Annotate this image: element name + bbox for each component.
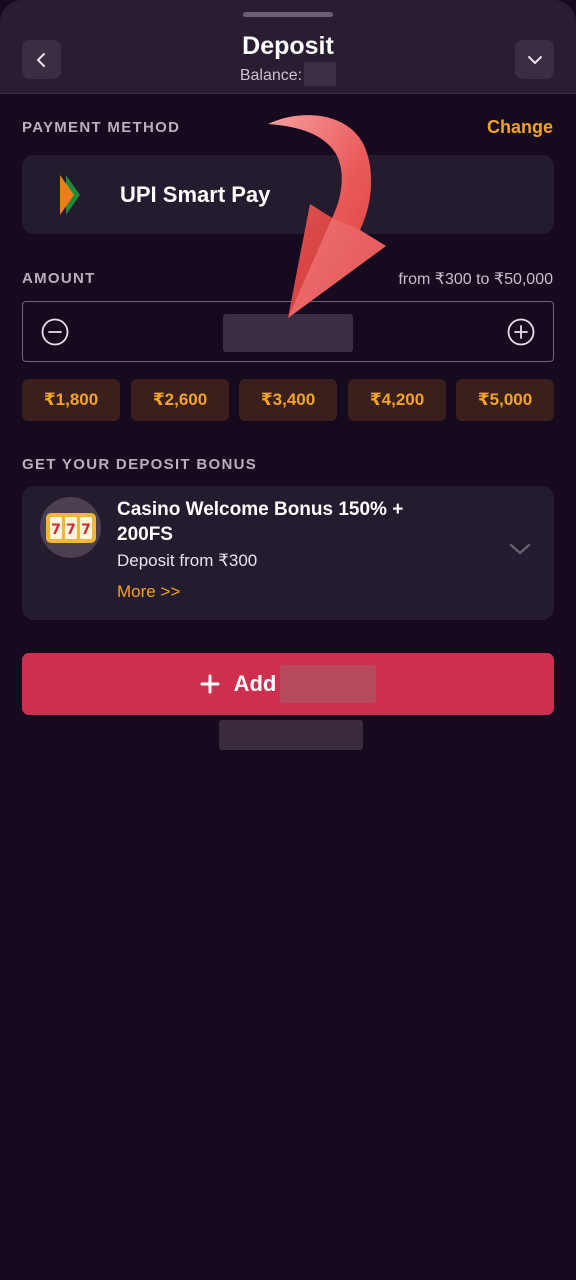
svg-text:7: 7 [66, 522, 76, 538]
quick-amount-row: ₹1,800 ₹2,600 ₹3,400 ₹4,200 ₹5,000 [22, 379, 554, 421]
quick-amount-button[interactable]: ₹3,400 [239, 379, 337, 421]
deposit-bonus-label: GET YOUR DEPOSIT BONUS [22, 456, 258, 473]
quick-amount-button[interactable]: ₹2,600 [131, 379, 229, 421]
change-method-link[interactable]: Change [487, 117, 553, 138]
minus-circle-icon [41, 318, 69, 346]
bonus-title: Casino Welcome Bonus 150% + 200FS [117, 499, 404, 545]
add-deposit-button[interactable]: Add [22, 653, 554, 715]
chevron-down-icon[interactable] [509, 542, 531, 556]
plus-icon [200, 674, 220, 694]
upi-logo-icon [60, 175, 80, 215]
deposit-sheet: Deposit Balance: PAYMENT METHOD Change U… [0, 0, 576, 1280]
svg-text:7: 7 [51, 522, 61, 538]
add-button-content: Add [200, 665, 377, 703]
bonus-subtitle: Deposit from ₹300 [117, 551, 258, 570]
increase-amount-button[interactable] [507, 318, 535, 346]
amount-label: AMOUNT [22, 270, 96, 287]
drag-handle[interactable] [243, 12, 333, 17]
add-button-label: Add [233, 671, 277, 696]
page-title: Deposit [242, 32, 334, 60]
sheet-header: Deposit Balance: [0, 0, 576, 94]
quick-amount-button[interactable]: ₹1,800 [22, 379, 120, 421]
hidden-info-text [219, 720, 363, 750]
payment-method-label: PAYMENT METHOD [22, 119, 181, 136]
slot-machine-icon: 7 7 7 [40, 497, 101, 558]
quick-amount-button[interactable]: ₹4,200 [348, 379, 446, 421]
collapse-button[interactable] [515, 40, 554, 79]
balance-value-hidden [304, 62, 337, 86]
plus-circle-icon [507, 318, 535, 346]
svg-text:7: 7 [81, 522, 91, 538]
amount-range: from ₹300 to ₹50,000 [398, 271, 553, 288]
quick-amount-button[interactable]: ₹5,000 [456, 379, 554, 421]
add-amount-hidden [280, 665, 377, 703]
pointer-arrow-icon [268, 115, 386, 319]
decrease-amount-button[interactable] [41, 318, 69, 346]
balance-label: Balance: [239, 67, 303, 85]
chevron-down-icon [527, 55, 542, 64]
bonus-more-link[interactable]: More >> [117, 582, 180, 602]
balance-row: Balance: [0, 62, 576, 86]
payment-method-name: UPI Smart Pay [120, 182, 271, 207]
bonus-card[interactable]: 7 7 7 Casino Welcome Bonus 150% + 200FS … [22, 486, 554, 620]
